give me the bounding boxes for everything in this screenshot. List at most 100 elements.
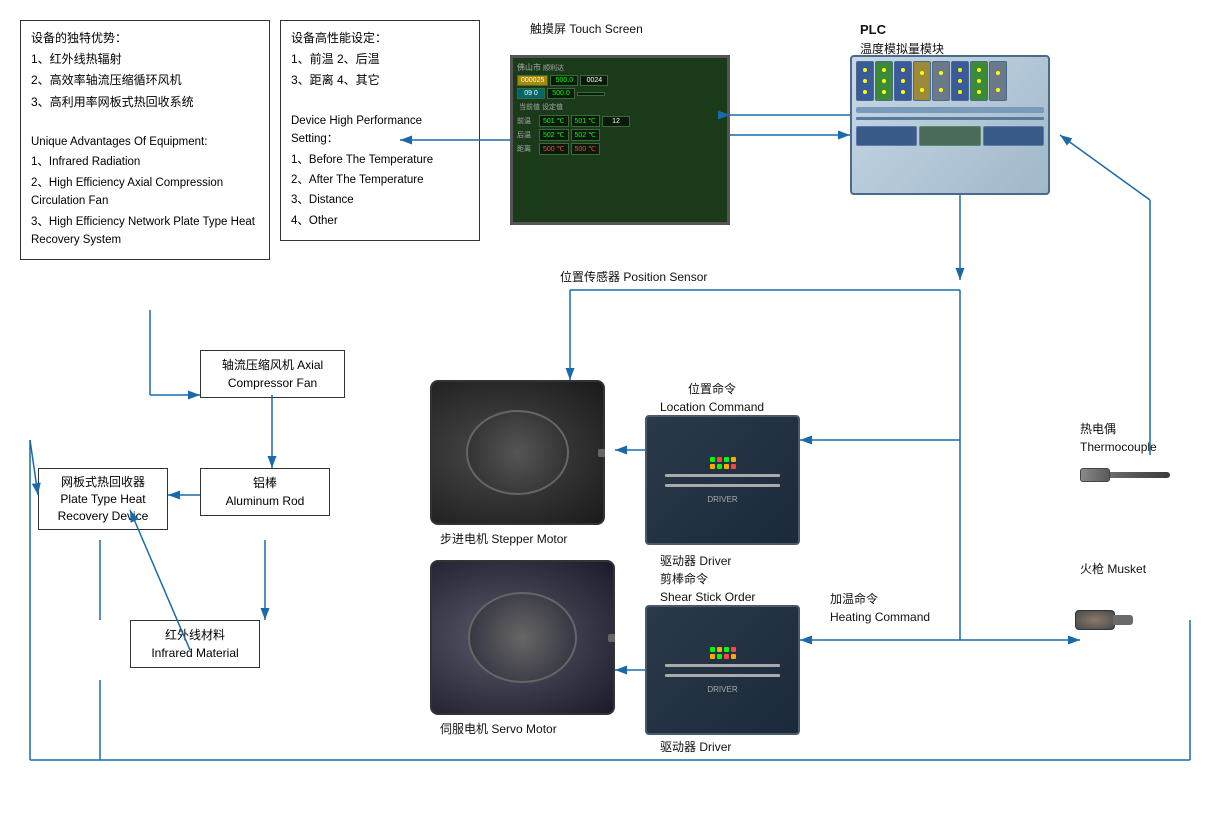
- driver-led: [731, 654, 736, 659]
- plc-module-2: [875, 61, 893, 101]
- left-en-item-1: 1、Infrared Radiation: [31, 153, 259, 171]
- servo-motor-label: 伺服电机 Servo Motor: [440, 720, 557, 738]
- left-info-box: 设备的独特优势： 1、红外线热辐射 2、高效率轴流压缩循环风机 3、高利用率网板…: [20, 20, 270, 260]
- screen-cell: 500 ℃: [539, 143, 569, 155]
- driver2-bar2: [665, 674, 779, 677]
- plc-module-7: [970, 61, 988, 101]
- driver-led: [731, 457, 736, 462]
- screen-row-3: 前温 501 ℃ 501 ℃ 12: [517, 115, 723, 127]
- stepper-motor-device: [430, 380, 605, 525]
- driver-led: [724, 654, 729, 659]
- stepper-motor-cn: 步进电机: [440, 532, 488, 546]
- plc-rail2: [856, 117, 1044, 120]
- driver-led: [731, 647, 736, 652]
- left-en-item-2: 2、High Efficiency Axial Compression Circ…: [31, 174, 259, 211]
- musket-label: 火枪 Musket: [1080, 560, 1146, 578]
- right-cn-title: 设备高性能设定：: [291, 29, 469, 48]
- left-en-item-3: 3、High Efficiency Network Plate Type Hea…: [31, 213, 259, 250]
- driver1-bar: [665, 474, 779, 477]
- musket-device: [1075, 590, 1215, 650]
- driver1-led-row2: [710, 464, 736, 469]
- screen-row-2: 09 0 500.0: [517, 88, 723, 99]
- plc-modules-row: [856, 61, 1044, 101]
- musket-body: [1075, 610, 1115, 630]
- shear-cmd-label: 剪棒命令 Shear Stick Order: [660, 570, 755, 606]
- left-cn-item-2: 2、高效率轴流压缩循环风机: [31, 71, 259, 90]
- screen-cell: 0024: [580, 75, 608, 86]
- position-sensor-en: Position Sensor: [623, 270, 707, 284]
- aluminum-rod-cn: 铝棒: [253, 476, 277, 490]
- plc-module-6: [951, 61, 969, 101]
- tc-rod: [1110, 472, 1170, 478]
- screen-content: 佛山市 顺利达 000025 500.0 0024 09 0 500.0 当前值…: [513, 58, 727, 222]
- touchscreen-cn: 触摸屏: [530, 22, 566, 36]
- heating-cmd-en: Heating Command: [830, 610, 930, 624]
- driver1-cn: 驱动器: [660, 554, 696, 568]
- servo-motor-en: Servo Motor: [491, 722, 556, 736]
- motor-detail-2: [468, 592, 577, 683]
- aluminum-rod-box: 铝棒 Aluminum Rod: [200, 468, 330, 516]
- screen-cell: [577, 92, 605, 96]
- musket-en: Musket: [1107, 562, 1146, 576]
- driver1-label: 驱动器 Driver: [660, 552, 731, 570]
- screen-cell: 501 ℃: [539, 115, 569, 127]
- axial-fan-cn: 轴流压缩风机: [222, 358, 294, 372]
- motor-detail: [466, 410, 569, 495]
- thermocouple-cn: 热电偶: [1080, 422, 1116, 436]
- motor-shaft-2: [608, 634, 615, 642]
- driver1-device: DRIVER: [645, 415, 800, 545]
- infrared-mat-en: Infrared Material: [151, 646, 238, 660]
- driver-led: [717, 647, 722, 652]
- stepper-motor-body: [430, 380, 605, 525]
- driver2-led-row1: [710, 647, 736, 652]
- driver-led: [717, 464, 722, 469]
- plc-rail: [856, 107, 1044, 113]
- driver-led: [710, 654, 715, 659]
- left-cn-title: 设备的独特优势：: [31, 29, 259, 48]
- driver2-en: Driver: [699, 740, 731, 754]
- touchscreen-label: 触摸屏 Touch Screen: [530, 20, 643, 38]
- plc-module-5: [932, 61, 950, 101]
- position-sensor-cn: 位置传感器: [560, 270, 623, 284]
- driver-led: [724, 457, 729, 462]
- plc-cn: PLC: [860, 22, 886, 37]
- infrared-mat-cn: 红外线材料: [165, 628, 225, 642]
- plate-heat-cn: 网板式热回收器: [61, 475, 145, 489]
- main-page: 设备的独特优势： 1、红外线热辐射 2、高效率轴流压缩循环风机 3、高利用率网板…: [0, 0, 1232, 827]
- driver-led: [717, 654, 722, 659]
- screen-cell: 12: [602, 116, 630, 127]
- right-en-item-2: 2、After The Temperature: [291, 171, 469, 189]
- driver-led: [710, 647, 715, 652]
- driver-led: [724, 647, 729, 652]
- driver2-led-row2: [710, 654, 736, 659]
- location-cmd-label: 位置命令 Location Command: [660, 380, 764, 416]
- driver2-label: 驱动器 Driver: [660, 738, 731, 756]
- plc-module-3: [894, 61, 912, 101]
- driver1-led-row1: [710, 457, 736, 462]
- screen-cell: 000025: [517, 75, 548, 86]
- right-en-item-3: 3、Distance: [291, 191, 469, 209]
- driver-led: [717, 457, 722, 462]
- driver1-text: DRIVER: [707, 495, 737, 504]
- driver1-bar2: [665, 484, 779, 487]
- aluminum-rod-en: Aluminum Rod: [226, 494, 305, 508]
- screen-cell: 502 ℃: [571, 129, 601, 141]
- heating-cmd-label: 加温命令 Heating Command: [830, 590, 930, 626]
- screen-cell: 500.0: [550, 75, 578, 86]
- left-en-title: Unique Advantages Of Equipment:: [31, 133, 259, 151]
- driver2-device: DRIVER: [645, 605, 800, 735]
- servo-motor-cn: 伺服电机: [440, 722, 488, 736]
- right-en-title: Device High Performance Setting：: [291, 112, 469, 149]
- screen-row-4: 后温 502 ℃ 502 ℃: [517, 129, 723, 141]
- plate-heat-en: Plate Type Heat Recovery Device: [58, 492, 149, 523]
- plc-module-4: [913, 61, 931, 101]
- driver2-bar: [665, 664, 779, 667]
- right-cn-item-12: 1、前温 2、后温: [291, 50, 469, 69]
- plc-module-8: [989, 61, 1007, 101]
- touchscreen-en: Touch Screen: [569, 22, 642, 36]
- screen-cell: 502 ℃: [539, 129, 569, 141]
- driver-led: [724, 464, 729, 469]
- musket-cn: 火枪: [1080, 562, 1104, 576]
- heating-cmd-cn: 加温命令: [830, 592, 878, 606]
- left-cn-item-3: 3、高利用率网板式热回收系统: [31, 93, 259, 112]
